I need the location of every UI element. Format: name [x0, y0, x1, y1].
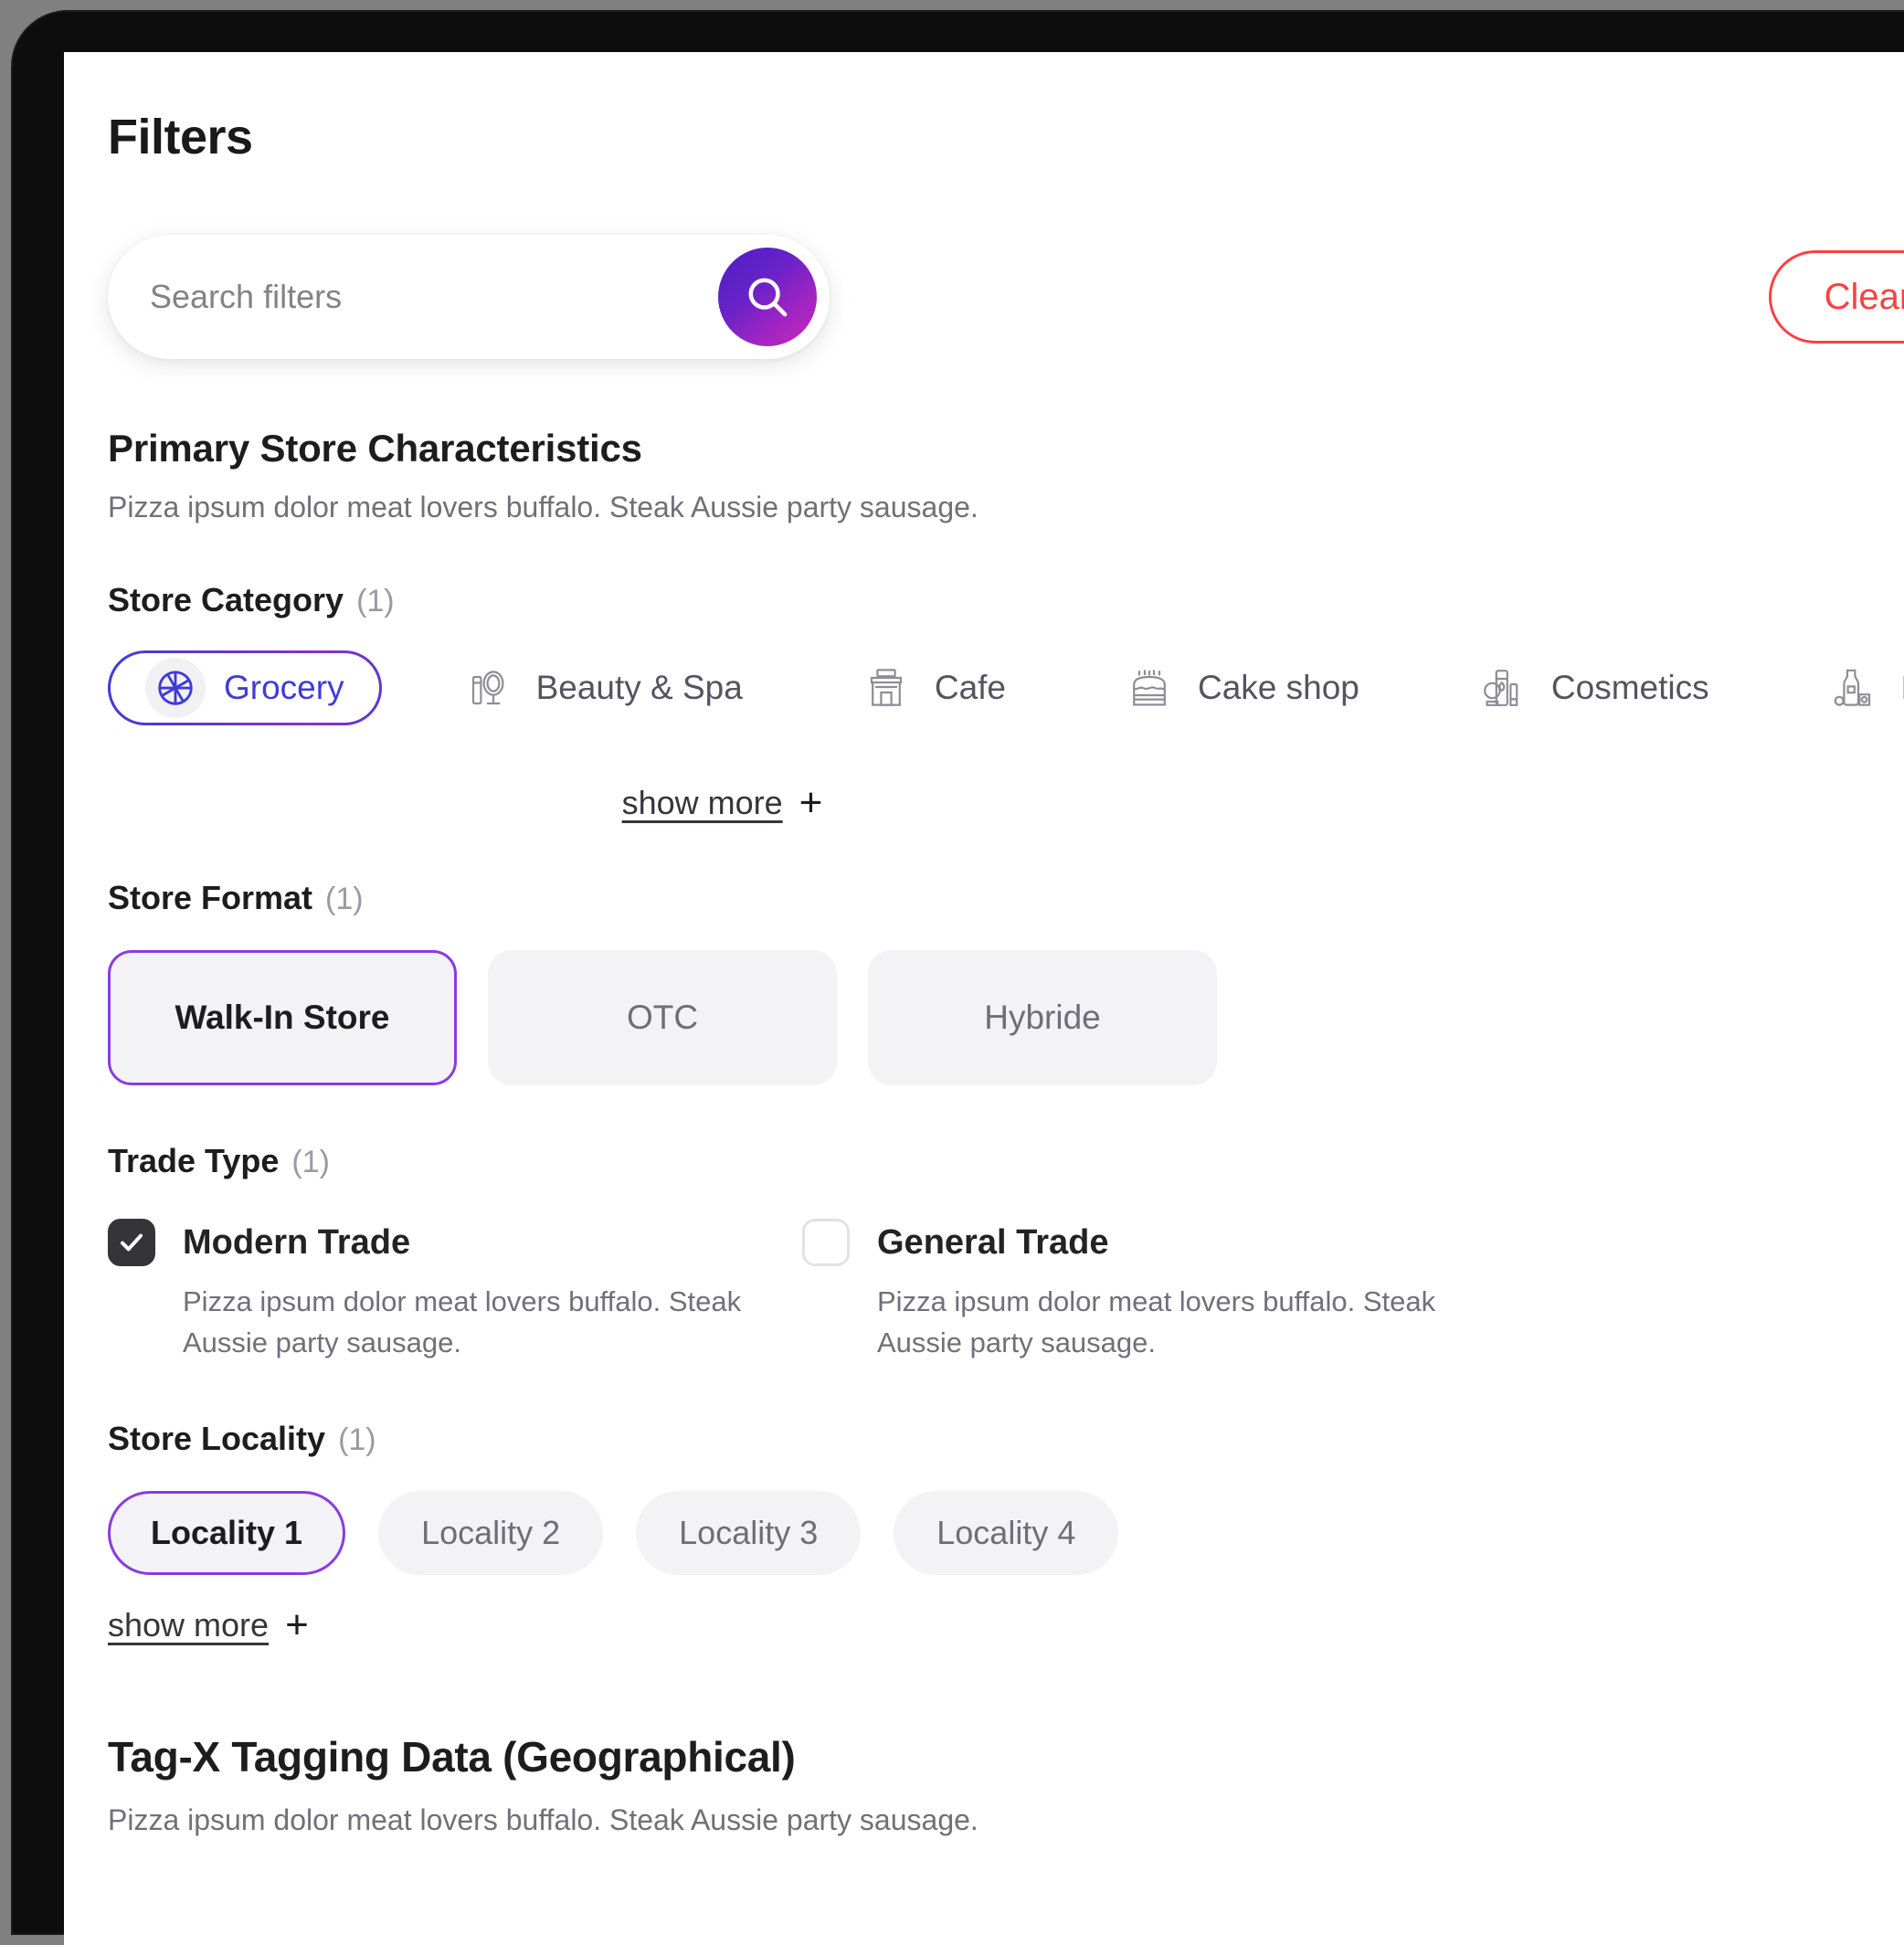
- show-more-label: show more: [621, 784, 783, 821]
- format-card-walk-in-store[interactable]: Walk-In Store: [108, 950, 457, 1085]
- store-format-group: Store Format (1) Walk-In Store OTC Hybri…: [108, 879, 1904, 1085]
- checkbox-description: Pizza ipsum dolor meat lovers buffalo. S…: [183, 1285, 742, 1358]
- category-chip-cake-shop[interactable]: Cake shop: [1082, 650, 1397, 725]
- show-more-categories-button[interactable]: show more +: [621, 780, 823, 825]
- trade-type-header: Trade Type (1): [108, 1142, 1904, 1180]
- category-chip-dairy[interactable]: Dairy: [1785, 650, 1904, 725]
- category-chip-beauty-spa[interactable]: Beauty & Spa: [420, 650, 780, 725]
- checkbox-row: Modern Trade: [108, 1219, 802, 1266]
- clear-all-button[interactable]: Clear all: [1769, 250, 1904, 344]
- store-locality-group: Store Locality (1) Locality 1 Locality 2…: [108, 1420, 1904, 1647]
- milk-bottle-icon: [1823, 658, 1883, 718]
- group-count: (1): [356, 584, 395, 618]
- checkbox-label: General Trade: [877, 1222, 1109, 1262]
- group-count: (1): [325, 882, 364, 916]
- section-title: Tag-X Tagging Data (Geographical): [108, 1733, 796, 1781]
- cafe-shop-icon: [856, 658, 916, 718]
- app-screen: Filters Clear all: [64, 52, 1904, 1945]
- section-subtitle: Pizza ipsum dolor meat lovers buffalo. S…: [108, 491, 978, 523]
- category-label: Cosmetics: [1550, 669, 1709, 706]
- mirror-icon: [458, 658, 518, 718]
- locality-pill-2[interactable]: Locality 2: [378, 1491, 604, 1575]
- trade-type-option-modern: Modern Trade Pizza ipsum dolor meat love…: [108, 1219, 802, 1363]
- group-label: Store Locality: [108, 1420, 326, 1457]
- store-category-header: Store Category (1): [108, 581, 1904, 619]
- section-divider-space: [108, 1644, 1904, 1732]
- checkbox-row: General Trade: [802, 1219, 1497, 1266]
- page-title: Filters: [108, 110, 253, 164]
- cake-icon: [1119, 658, 1179, 718]
- trade-type-group: Trade Type (1) Modern Trade Pizza ipsum …: [108, 1142, 1904, 1363]
- format-card-otc[interactable]: OTC: [488, 950, 837, 1085]
- section-subtitle: Pizza ipsum dolor meat lovers buffalo. S…: [108, 1803, 978, 1836]
- show-more-label: show more: [108, 1606, 270, 1644]
- tagx-tagging-data-section: Tag-X Tagging Data (Geographical) Pizza …: [108, 1732, 1904, 1837]
- store-locality-header: Store Locality (1): [108, 1420, 1904, 1458]
- device-bezel: Filters Clear all: [13, 12, 1904, 1945]
- plus-icon: +: [799, 780, 823, 825]
- panel-header: Filters: [108, 109, 1904, 174]
- format-card-hybride[interactable]: Hybride: [868, 950, 1217, 1085]
- category-label: Dairy: [1901, 669, 1904, 707]
- category-chip-cafe[interactable]: Cafe: [819, 650, 1043, 725]
- store-locality-options: Locality 1 Locality 2 Locality 3 Localit…: [108, 1491, 1904, 1575]
- trade-type-option-general: General Trade Pizza ipsum dolor meat lov…: [802, 1219, 1497, 1363]
- locality-pill-4[interactable]: Locality 4: [894, 1491, 1119, 1575]
- search-box: [108, 235, 830, 359]
- cosmetics-icon: [1473, 658, 1533, 718]
- category-label: Cake shop: [1198, 669, 1359, 706]
- trade-type-options: Modern Trade Pizza ipsum dolor meat love…: [108, 1219, 1904, 1363]
- store-format-header: Store Format (1): [108, 879, 1904, 917]
- checkbox-description: Pizza ipsum dolor meat lovers buffalo. S…: [877, 1285, 1436, 1358]
- store-category-options: Grocery Beauty & Spa Cafe Cake shop Cosm…: [108, 650, 1904, 725]
- checkbox-general-trade[interactable]: [802, 1219, 850, 1266]
- store-category-show-more-wrap: show more +: [108, 753, 1337, 825]
- plus-icon: +: [285, 1602, 309, 1647]
- primary-store-characteristics-section: Primary Store Characteristics Pizza ipsu…: [108, 427, 1904, 1647]
- category-label: Grocery: [224, 669, 344, 706]
- store-category-group: Store Category (1) Grocery Beauty & Spa …: [108, 581, 1904, 825]
- search-icon: [743, 272, 792, 322]
- section-title: Primary Store Characteristics: [108, 427, 642, 470]
- search-row: Clear all: [108, 235, 1904, 359]
- aperture-icon: [145, 658, 206, 718]
- group-label: Store Category: [108, 581, 344, 618]
- group-label: Store Format: [108, 879, 313, 916]
- category-chip-cosmetics[interactable]: Cosmetics: [1435, 650, 1747, 725]
- search-button[interactable]: [718, 248, 817, 346]
- checkbox-label: Modern Trade: [183, 1222, 411, 1262]
- checkbox-modern-trade[interactable]: [108, 1219, 155, 1266]
- locality-pill-1[interactable]: Locality 1: [108, 1491, 346, 1575]
- filters-panel: Filters Clear all: [64, 52, 1904, 1837]
- group-label: Trade Type: [108, 1142, 280, 1179]
- category-label: Beauty & Spa: [535, 669, 743, 706]
- group-count: (1): [338, 1422, 376, 1457]
- category-label: Cafe: [934, 669, 1006, 706]
- locality-pill-3[interactable]: Locality 3: [636, 1491, 862, 1575]
- search-input[interactable]: [150, 278, 718, 316]
- show-more-localities-button[interactable]: show more +: [108, 1602, 309, 1647]
- group-count: (1): [291, 1145, 330, 1179]
- store-format-options: Walk-In Store OTC Hybride: [108, 950, 1904, 1085]
- category-chip-grocery[interactable]: Grocery: [108, 650, 382, 725]
